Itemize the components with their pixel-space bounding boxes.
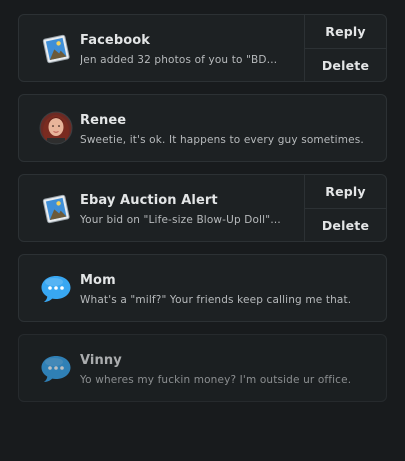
photo-preview-icon [39, 191, 73, 225]
notification-mom[interactable]: Mom What's a "milf?" Your friends keep c… [18, 254, 387, 322]
delete-button[interactable]: Delete [305, 48, 386, 82]
notification-sender: Facebook [80, 33, 151, 48]
contact-avatar [39, 111, 73, 145]
notification-facebook[interactable]: Facebook Jen added 32 photos of you to "… [18, 14, 387, 82]
notification-sender: Ebay Auction Alert [80, 193, 218, 208]
notification-renee[interactable]: Renee Sweetie, it's ok. It happens to ev… [18, 94, 387, 162]
reply-button[interactable]: Reply [305, 15, 386, 48]
notification-actions: Reply Delete [304, 175, 386, 241]
notification-message: Jen added 32 photos of you to "BDSM Part… [80, 54, 282, 66]
delete-button[interactable]: Delete [305, 208, 386, 242]
reply-button[interactable]: Reply [305, 175, 386, 208]
notification-actions: Reply Delete [304, 15, 386, 81]
notification-message: What's a "milf?" Your friends keep calli… [80, 294, 352, 306]
photo-preview-icon [39, 31, 73, 65]
notification-stack: Facebook Jen added 32 photos of you to "… [0, 0, 405, 461]
notification-sender: Renee [80, 113, 127, 128]
notification-sender: Mom [80, 273, 116, 288]
notification-message: Your bid on "Life-size Blow-Up Doll" is … [80, 214, 282, 226]
notification-sender: Vinny [80, 353, 122, 368]
notification-vinny[interactable]: Vinny Yo wheres my fuckin money? I'm out… [18, 334, 387, 402]
messages-bubble-icon [39, 351, 73, 385]
notification-message: Sweetie, it's ok. It happens to every gu… [80, 134, 364, 146]
notification-ebay[interactable]: Ebay Auction Alert Your bid on "Life-siz… [18, 174, 387, 242]
messages-bubble-icon [39, 271, 73, 305]
notification-message: Yo wheres my fuckin money? I'm outside u… [80, 374, 352, 386]
